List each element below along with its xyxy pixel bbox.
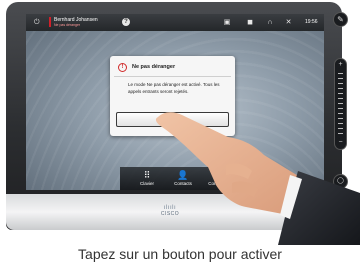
settings-icon[interactable]: ✕ (284, 18, 293, 27)
camera-icon[interactable]: ◼ (245, 18, 255, 27)
dialog-message: Le mode Ne pas déranger est activé. Tous… (128, 82, 220, 94)
caller-status: Ne pas déranger (54, 23, 81, 27)
volume-up-icon[interactable]: + (335, 61, 346, 69)
screen-share-icon[interactable]: ▣ (222, 18, 232, 27)
clock: 19:56 (305, 19, 318, 25)
instruction-caption: Tapez sur un bouton pour activer (78, 246, 282, 262)
dialog-title: Ne pas déranger (132, 64, 176, 70)
dnd-indicator (49, 17, 51, 27)
pointing-hand-illustration (155, 112, 360, 245)
dialog-divider (114, 76, 231, 77)
alert-icon: ! (118, 63, 127, 72)
power-icon[interactable]: ⏻ (34, 19, 41, 26)
status-bar: ⏻ Bernhard Johansen Ne pas déranger ? ▣ … (26, 14, 324, 31)
help-icon[interactable]: ? (122, 18, 130, 26)
headset-icon[interactable]: ∩ (266, 18, 274, 27)
mute-mic-icon[interactable]: ✎ (333, 12, 348, 27)
